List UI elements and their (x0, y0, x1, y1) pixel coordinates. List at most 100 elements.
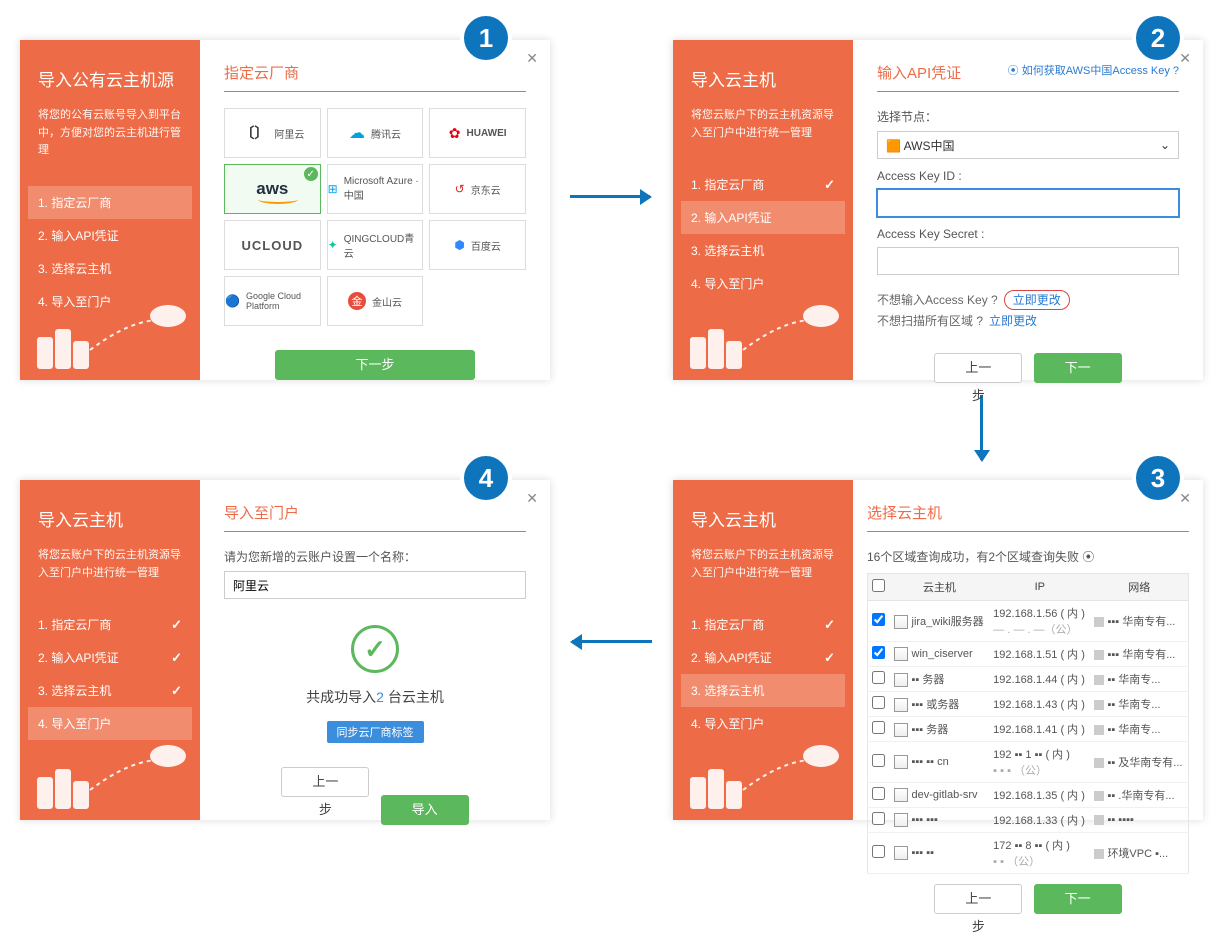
step-1[interactable]: 1. 指定云厂商 (28, 186, 192, 219)
row-checkbox[interactable] (872, 845, 885, 858)
step-2[interactable]: 2. 输入API凭证 (28, 641, 192, 674)
node-select[interactable]: 🟧 AWS中国⌄ (877, 131, 1179, 159)
step-2[interactable]: 2. 输入API凭证 (681, 201, 845, 234)
change-link-2[interactable]: 立即更改 (989, 314, 1037, 328)
sidebar: 导入云主机 将您云账户下的云主机资源导入至门户中进行统一管理 1. 指定云厂商 … (673, 40, 853, 380)
vendor-azure[interactable]: ⊞Microsoft Azure · 中国 (327, 164, 424, 214)
row-checkbox[interactable] (872, 671, 885, 684)
sidebar: 导入云主机 将您云账户下的云主机资源导入至门户中进行统一管理 1. 指定云厂商 … (20, 480, 200, 820)
vendor-ucloud[interactable]: UCLOUD (224, 220, 321, 270)
vendor-jdcloud[interactable]: ↺京东云 (429, 164, 526, 214)
cell-ip: 192.168.1.35 ( 内 ) (989, 783, 1090, 808)
table-row[interactable]: ▪▪▪ 或务器192.168.1.43 ( 内 )▪▪ 华南专... (868, 692, 1189, 717)
step-3[interactable]: 3. 选择云主机 (28, 252, 192, 285)
table-row[interactable]: ▪▪ 务器192.168.1.44 ( 内 )▪▪ 华南专... (868, 667, 1189, 692)
sidebar-illustration (20, 290, 200, 380)
table-row[interactable]: dev-gitlab-srv192.168.1.35 ( 内 )▪▪ .华南专有… (868, 783, 1189, 808)
table-row[interactable]: jira_wiki服务器192.168.1.56 ( 内 )— . — . —（… (868, 601, 1189, 642)
step-1[interactable]: 1. 指定云厂商 (28, 608, 192, 641)
table-row[interactable]: ▪▪▪ ▪▪▪192.168.1.33 ( 内 )▪▪ ▪▪▪▪ (868, 808, 1189, 833)
step-2[interactable]: 2. 输入API凭证 (28, 219, 192, 252)
vendor-aws[interactable]: aws (224, 164, 321, 214)
sidebar-desc: 将您的公有云账号导入到平台中，方便对您的云主机进行管理 (38, 107, 182, 160)
close-icon[interactable]: ✕ (1179, 490, 1191, 507)
close-icon[interactable]: ✕ (526, 50, 538, 67)
region-status: 16个区域查询成功，有2个区域查询失败 ⦿ (867, 548, 1189, 565)
row-checkbox[interactable] (872, 613, 885, 626)
step-list: 1. 指定云厂商 2. 输入API凭证 3. 选择云主机 4. 导入至门户 (691, 608, 835, 740)
arrow-3-4 (572, 640, 652, 643)
prev-button[interactable]: 上一步 (934, 884, 1022, 914)
sidebar: 导入公有云主机源 将您的公有云账号导入到平台中，方便对您的云主机进行管理 1. … (20, 40, 200, 380)
sidebar-desc: 将您云账户下的云主机资源导入至门户中进行统一管理 (691, 547, 835, 582)
vendor-aliyun[interactable]: 〔〕阿里云 (224, 108, 321, 158)
sidebar-illustration (673, 290, 853, 380)
alt-row-1: 不想输入Access Key ?立即更改 (877, 291, 1179, 308)
cell-net: ▪▪▪ 华南专有... (1090, 601, 1188, 642)
cell-host: win_ciserver (890, 642, 990, 667)
row-checkbox[interactable] (872, 754, 885, 767)
next-button[interactable]: 下一步 (1034, 884, 1122, 914)
close-icon[interactable]: ✕ (1179, 50, 1191, 67)
step-badge-1: 1 (460, 12, 512, 64)
sync-tags-button[interactable]: 同步云厂商标签 (327, 721, 424, 743)
table-row[interactable]: ▪▪▪ ▪▪ cn192 ▪▪ 1 ▪▪ ( 内 )▪ ▪ ▪ （公）▪▪ 及华… (868, 742, 1189, 783)
next-button[interactable]: 下一步 (275, 350, 475, 380)
cell-ip: 192.168.1.51 ( 内 ) (989, 642, 1090, 667)
cell-ip: 192.168.1.44 ( 内 ) (989, 667, 1090, 692)
cell-host: jira_wiki服务器 (890, 601, 990, 642)
step-1[interactable]: 1. 指定云厂商 (681, 608, 845, 641)
step-1[interactable]: 1. 指定云厂商 (681, 168, 845, 201)
section-heading: 指定云厂商 (224, 62, 526, 92)
prev-button[interactable]: 上一步 (934, 353, 1022, 383)
server-icon (894, 673, 908, 687)
change-link-1[interactable]: 立即更改 (1004, 290, 1070, 310)
sidebar-title: 导入云主机 (691, 66, 835, 91)
row-checkbox[interactable] (872, 787, 885, 800)
close-icon[interactable]: ✕ (526, 490, 538, 507)
cell-net: ▪▪ ▪▪▪▪ (1090, 808, 1188, 833)
cell-host: ▪▪▪ ▪▪ cn (890, 742, 990, 783)
row-checkbox[interactable] (872, 812, 885, 825)
account-name-input[interactable] (224, 571, 526, 599)
alt-row-2: 不想扫描所有区域 ?立即更改 (877, 312, 1179, 329)
server-icon (894, 846, 908, 860)
vendor-huawei[interactable]: ✿HUAWEI (429, 108, 526, 158)
account-name-label: 请为您新增的云账户设置一个名称： (224, 548, 526, 565)
sidebar-desc: 将您云账户下的云主机资源导入至门户中进行统一管理 (38, 547, 182, 582)
access-key-secret-input[interactable] (877, 247, 1179, 275)
vendor-baidu[interactable]: ⬢百度云 (429, 220, 526, 270)
row-checkbox[interactable] (872, 696, 885, 709)
vendor-tencent[interactable]: ☁腾讯云 (327, 108, 424, 158)
help-link[interactable]: ⦿ 如何获取AWS中国Access Key ? (1008, 62, 1179, 78)
host-table: 云主机 IP 网络 jira_wiki服务器192.168.1.56 ( 内 )… (867, 573, 1189, 874)
step-3[interactable]: 3. 选择云主机 (681, 674, 845, 707)
step-2[interactable]: 2. 输入API凭证 (681, 641, 845, 674)
import-button[interactable]: 导入 (381, 795, 469, 825)
table-row[interactable]: win_ciserver192.168.1.51 ( 内 )▪▪▪ 华南专有..… (868, 642, 1189, 667)
table-row[interactable]: ▪▪▪ ▪▪172 ▪▪ 8 ▪▪ ( 内 )▪ ▪ （公）环境VPC ▪... (868, 833, 1189, 874)
aks-label: Access Key Secret : (877, 227, 1179, 241)
select-all-checkbox[interactable] (872, 579, 885, 592)
cell-host: dev-gitlab-srv (890, 783, 990, 808)
success-check-icon: ✓ (351, 625, 399, 673)
cell-net: ▪▪▪ 华南专有... (1090, 642, 1188, 667)
row-checkbox[interactable] (872, 646, 885, 659)
cell-ip: 192.168.1.43 ( 内 ) (989, 692, 1090, 717)
next-button[interactable]: 下一步 (1034, 353, 1122, 383)
access-key-id-input[interactable] (877, 189, 1179, 217)
step-3[interactable]: 3. 选择云主机 (28, 674, 192, 707)
cell-host: ▪▪▪ ▪▪ (890, 833, 990, 874)
table-row[interactable]: ▪▪▪ 务器192.168.1.41 ( 内 )▪▪ 华南专... (868, 717, 1189, 742)
cell-net: ▪▪ .华南专有... (1090, 783, 1188, 808)
prev-button[interactable]: 上一步 (281, 767, 369, 797)
step-3[interactable]: 3. 选择云主机 (681, 234, 845, 267)
server-icon (894, 698, 908, 712)
main-content: ✕ ⦿ 如何获取AWS中国Access Key ? 输入API凭证 选择节点： … (853, 40, 1203, 380)
akid-label: Access Key ID : (877, 169, 1179, 183)
vendor-google[interactable]: 🔵Google Cloud Platform (224, 276, 321, 326)
vendor-qingcloud[interactable]: ✦QINGCLOUD青云 (327, 220, 424, 270)
step-badge-4: 4 (460, 452, 512, 504)
vendor-ksyun[interactable]: 金金山云 (327, 276, 424, 326)
row-checkbox[interactable] (872, 721, 885, 734)
